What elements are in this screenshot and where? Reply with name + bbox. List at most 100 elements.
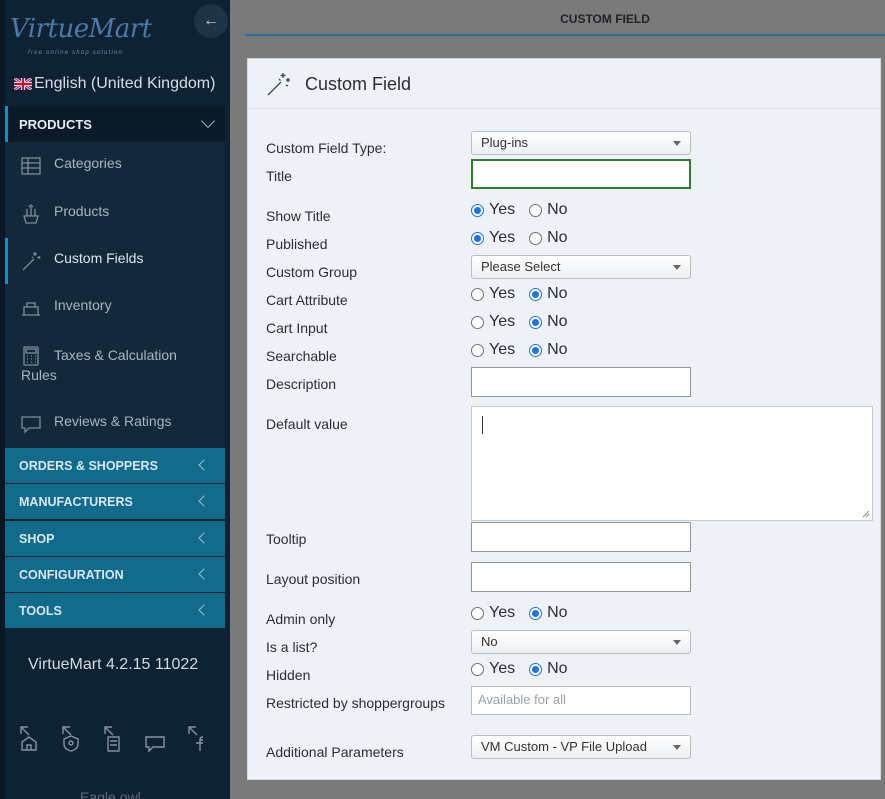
radio-checked[interactable] [529,662,543,676]
radio-checked[interactable] [471,231,484,245]
show-title-yes[interactable]: Yes [471,201,515,219]
published-radio-group: Yes No [471,229,582,247]
footer-text: Eagle owl [80,789,141,799]
is-a-list-value: No [481,634,498,649]
description-input[interactable] [471,367,691,397]
radio-unchecked[interactable] [471,606,484,620]
admin-only-radio-group: Yes No [471,604,582,622]
radio-unchecked[interactable] [471,315,484,329]
version-label: VirtueMart 4.2.15 11022 [28,656,199,673]
section-label: SHOP [19,531,55,546]
virtuemart-logo[interactable]: VirtueMart free online shop solution [10,14,152,62]
default-value-label: Default value [266,416,348,432]
section-label: MANUFACTURERS [19,494,133,509]
sidebar-item-inventory[interactable]: Inventory [5,297,225,319]
radio-label: No [547,313,568,330]
admin-only-no[interactable]: No [529,604,568,622]
cart-input-radio-group: Yes No [471,313,582,331]
custom-group-select[interactable]: Please Select [471,255,691,279]
radio-label: No [547,201,568,218]
external-links [18,724,228,752]
sidebar-section-manufacturers[interactable]: MANUFACTURERS [5,484,225,519]
external-comment-icon[interactable] [144,724,166,752]
external-shield-icon[interactable] [60,724,82,752]
show-title-no[interactable]: No [529,201,568,219]
tooltip-input[interactable] [471,522,691,552]
radio-checked[interactable] [529,287,543,301]
default-value-textarea[interactable] [471,406,873,521]
panel-title: Custom Field [305,74,412,94]
sidebar: VirtueMart free online shop solution ← E… [0,0,230,799]
radio-checked[interactable] [529,343,543,357]
collapse-sidebar-button[interactable]: ← [194,4,228,38]
chevron-down-icon [200,113,216,129]
sidebar-item-categories[interactable]: Categories [5,155,225,177]
cart-attribute-no[interactable]: No [529,285,568,303]
sidebar-item-products[interactable]: Products [5,203,225,225]
radio-checked[interactable] [529,606,543,620]
hidden-yes[interactable]: Yes [471,660,515,678]
sidebar-section-shop[interactable]: SHOP [5,521,225,556]
logo-text: VirtueMart [10,14,152,44]
radio-checked[interactable] [529,315,543,329]
cart-input-no[interactable]: No [529,313,568,331]
sidebar-item-label: Reviews & Ratings [54,413,172,429]
radio-label: No [547,285,568,302]
shoppergroups-multiselect[interactable]: Available for all [471,686,691,715]
sidebar-item-label: Taxes & Calculation [54,345,177,366]
custom-field-type-label: Custom Field Type: [266,140,387,156]
admin-only-yes[interactable]: Yes [471,604,515,622]
sidebar-section-configuration[interactable]: CONFIGURATION [5,557,225,592]
resize-grip-icon[interactable] [860,508,870,518]
calculator-icon [23,346,39,366]
layout-position-input[interactable] [471,562,691,592]
searchable-no[interactable]: No [529,341,568,359]
sidebar-item-taxes-line2[interactable]: Rules [5,367,225,383]
sidebar-section-tools[interactable]: TOOLS [5,593,225,628]
show-title-label: Show Title [266,208,331,224]
radio-label: Yes [489,341,516,358]
radio-unchecked[interactable] [471,343,484,357]
radio-unchecked[interactable] [529,231,543,245]
published-no[interactable]: No [529,229,568,247]
radio-checked[interactable] [471,203,484,217]
external-facebook-icon[interactable] [186,724,208,752]
custom-group-label: Custom Group [266,264,358,280]
external-home-icon[interactable] [18,724,40,752]
chevron-left-icon [198,532,210,544]
radio-unchecked[interactable] [471,287,484,301]
cart-input-label: Cart Input [266,320,328,336]
title-label: Title [266,168,292,184]
hidden-no[interactable]: No [529,660,568,678]
cart-input-yes[interactable]: Yes [471,313,515,331]
magic-wand-icon [267,73,290,96]
radio-label: No [547,229,568,246]
header-bar: CUSTOM FIELD [230,0,885,38]
sidebar-item-label: Custom Fields [54,250,144,266]
caret-down-icon [673,265,681,270]
external-document-icon[interactable] [102,724,124,752]
cart-attribute-label: Cart Attribute [266,292,348,308]
is-a-list-select[interactable]: No [471,630,691,654]
language-selector[interactable]: English (United Kingdom) [14,75,215,93]
searchable-label: Searchable [266,348,337,364]
custom-field-type-select[interactable]: Plug-ins [471,131,691,155]
title-input[interactable] [471,159,691,189]
cart-attribute-radio-group: Yes No [471,285,582,303]
additional-parameters-select[interactable]: VM Custom - VP File Upload [471,735,691,759]
searchable-yes[interactable]: Yes [471,341,515,359]
sidebar-section-products[interactable]: PRODUCTS [5,106,225,142]
radio-label: Yes [489,313,516,330]
wand-icon [22,252,41,271]
published-yes[interactable]: Yes [471,229,515,247]
radio-unchecked[interactable] [529,203,543,217]
sidebar-item-taxes[interactable]: Taxes & Calculation [5,345,225,367]
radio-unchecked[interactable] [471,662,484,676]
description-label: Description [266,376,337,392]
sidebar-item-reviews[interactable]: Reviews & Ratings [5,413,225,435]
admin-only-label: Admin only [266,611,336,627]
uk-flag-icon [14,78,32,90]
sidebar-item-custom-fields[interactable]: Custom Fields [5,238,225,284]
sidebar-section-orders[interactable]: ORDERS & SHOPPERS [5,448,225,483]
cart-attribute-yes[interactable]: Yes [471,285,515,303]
